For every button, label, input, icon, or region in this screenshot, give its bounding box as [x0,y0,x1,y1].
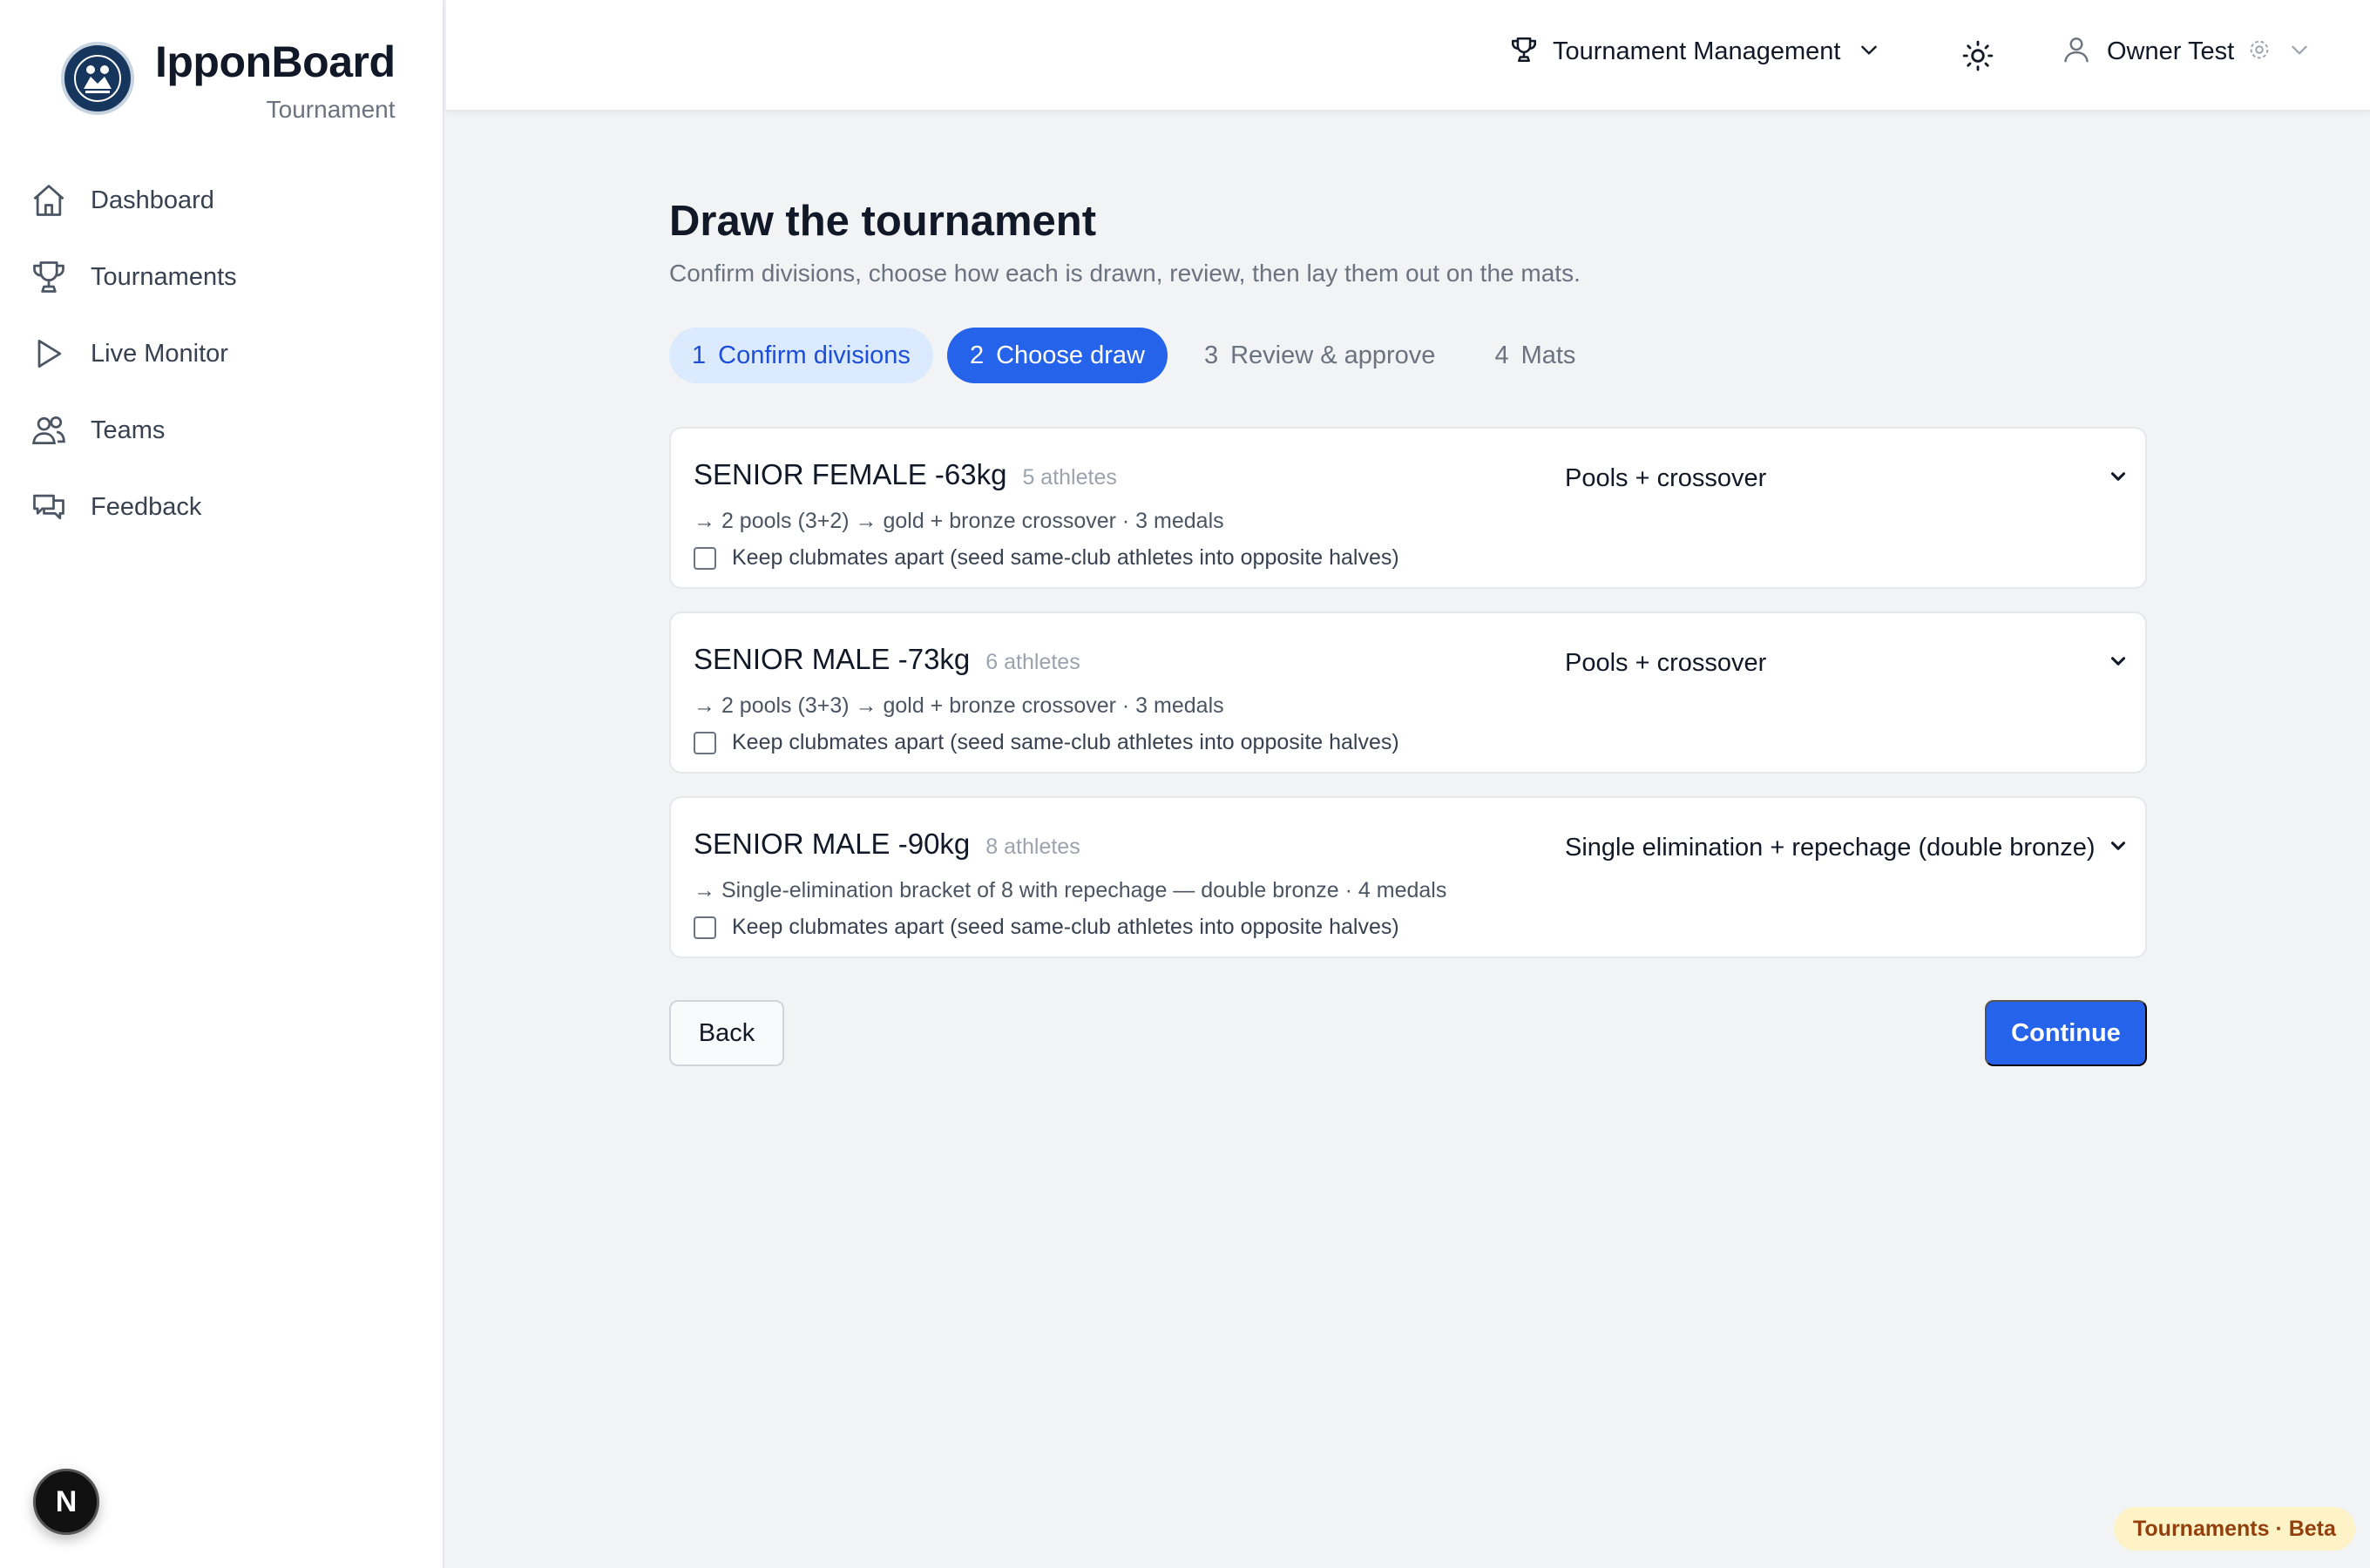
division-name: SENIOR MALE -90kg [694,828,971,860]
sidebar-item-tournaments[interactable]: Tournaments [28,239,411,315]
keep-clubmates-apart-checkbox[interactable]: Keep clubmates apart (seed same-club ath… [694,915,1399,940]
step-confirm-divisions[interactable]: 1 Confirm divisions [669,328,933,383]
step-label: Confirm divisions [718,341,911,369]
division-card: SENIOR FEMALE -63kg 5 athletes → 2 pools … [669,427,2147,589]
theme-toggle-sun-icon[interactable] [1957,35,1999,77]
step-label: Mats [1520,341,1576,369]
step-label: Choose draw [996,341,1145,369]
page-title: Draw the tournament [669,198,1097,245]
sidebar-item-label: Teams [91,416,166,444]
brand-subtitle: Tournament [266,96,396,123]
user-menu[interactable]: Owner Test [2060,33,2311,71]
top-bar: Tournament Management Owner Test [446,0,2370,112]
athlete-count: 8 athletes [985,835,1080,859]
division-description: → 2 pools (3+3) → gold + bronze crossove… [694,693,1224,718]
step-label: Review & approve [1230,341,1436,369]
tournaments-beta-badge: Tournaments · Beta [2114,1507,2355,1551]
sidebar-item-dashboard[interactable]: Dashboard [28,162,411,239]
tournament-management-label: Tournament Management [1553,37,1841,65]
sidebar-item-label: Tournaments [91,262,237,291]
sidebar-item-teams[interactable]: Teams [28,392,411,469]
checkbox-label: Keep clubmates apart (seed same-club ath… [732,545,1399,570]
division-name: SENIOR MALE -73kg [694,643,971,675]
brand[interactable]: IpponBoard Tournament [61,40,396,124]
user-name: Owner Test [2107,37,2235,65]
gear-icon [2246,37,2272,67]
sidebar-item-label: Feedback [91,492,202,521]
checkbox-box[interactable] [694,546,716,570]
trophy-icon [28,256,70,298]
ipponboard-logo [61,42,134,115]
keep-clubmates-apart-checkbox[interactable]: Keep clubmates apart (seed same-club ath… [694,545,1399,571]
sidebar-item-live-monitor[interactable]: Live Monitor [28,315,411,392]
division-card: SENIOR MALE -90kg 8 athletes → Single-eli… [669,796,2147,958]
checkbox-label: Keep clubmates apart (seed same-club ath… [732,915,1399,939]
home-icon [28,179,70,221]
step-number: 1 [692,341,707,369]
division-description: → Single-elimination bracket of 8 with r… [694,878,1447,902]
sidebar-item-label: Dashboard [91,186,214,214]
chevron-down-icon [2107,835,2130,862]
stepper: 1 Confirm divisions 2 Choose draw 3 Revi… [669,328,1612,383]
checkbox-box[interactable] [694,916,716,939]
sidebar-nav: Dashboard Tournaments Live Monitor Teams… [28,162,411,545]
draw-method-select[interactable]: Pools + crossover [1565,453,2130,504]
draw-method-value: Pools + crossover [1565,648,1767,677]
athlete-count: 6 athletes [985,650,1080,674]
sidebar: IpponBoard Tournament Dashboard Tourname… [0,0,444,1568]
user-icon [2060,33,2093,71]
trophy-icon [1509,35,1539,69]
draw-method-value: Pools + crossover [1565,463,1767,492]
step-number: 2 [969,341,985,369]
draw-method-select[interactable]: Pools + crossover [1565,638,2130,688]
play-icon [28,333,70,375]
chevron-down-icon [2107,650,2130,677]
step-choose-draw[interactable]: 2 Choose draw [946,328,1168,383]
step-number: 4 [1494,341,1509,369]
draw-method-select[interactable]: Single elimination + repechage (double b… [1565,822,2130,873]
division-name: SENIOR FEMALE -63kg [694,458,1007,490]
continue-button[interactable]: Continue [1985,1000,2147,1066]
users-icon [28,409,70,451]
step-review-approve[interactable]: 3 Review & approve [1182,328,1458,383]
chevron-down-icon [1858,38,1880,65]
draw-method-value: Single elimination + repechage (double b… [1565,833,2096,862]
sidebar-item-feedback[interactable]: Feedback [28,469,411,545]
step-mats[interactable]: 4 Mats [1472,328,1598,383]
sidebar-item-label: Live Monitor [91,339,228,368]
back-button[interactable]: Back [669,1000,784,1066]
dev-tools-badge[interactable]: N [33,1469,99,1535]
division-card: SENIOR MALE -73kg 6 athletes → 2 pools (3… [669,612,2147,774]
tournament-management-menu[interactable]: Tournament Management [1509,35,1880,69]
page-subtitle: Confirm divisions, choose how each is dr… [669,260,1581,287]
checkbox-box[interactable] [694,731,716,754]
step-number: 3 [1203,341,1219,369]
keep-clubmates-apart-checkbox[interactable]: Keep clubmates apart (seed same-club ath… [694,730,1399,755]
chat-icon [28,486,70,528]
chevron-down-icon [2107,465,2130,492]
division-description: → 2 pools (3+2) → gold + bronze crossove… [694,509,1224,533]
checkbox-label: Keep clubmates apart (seed same-club ath… [732,730,1399,754]
athlete-count: 5 athletes [1022,465,1117,490]
chevron-down-icon [2288,38,2311,65]
brand-name: IpponBoard [155,37,396,86]
